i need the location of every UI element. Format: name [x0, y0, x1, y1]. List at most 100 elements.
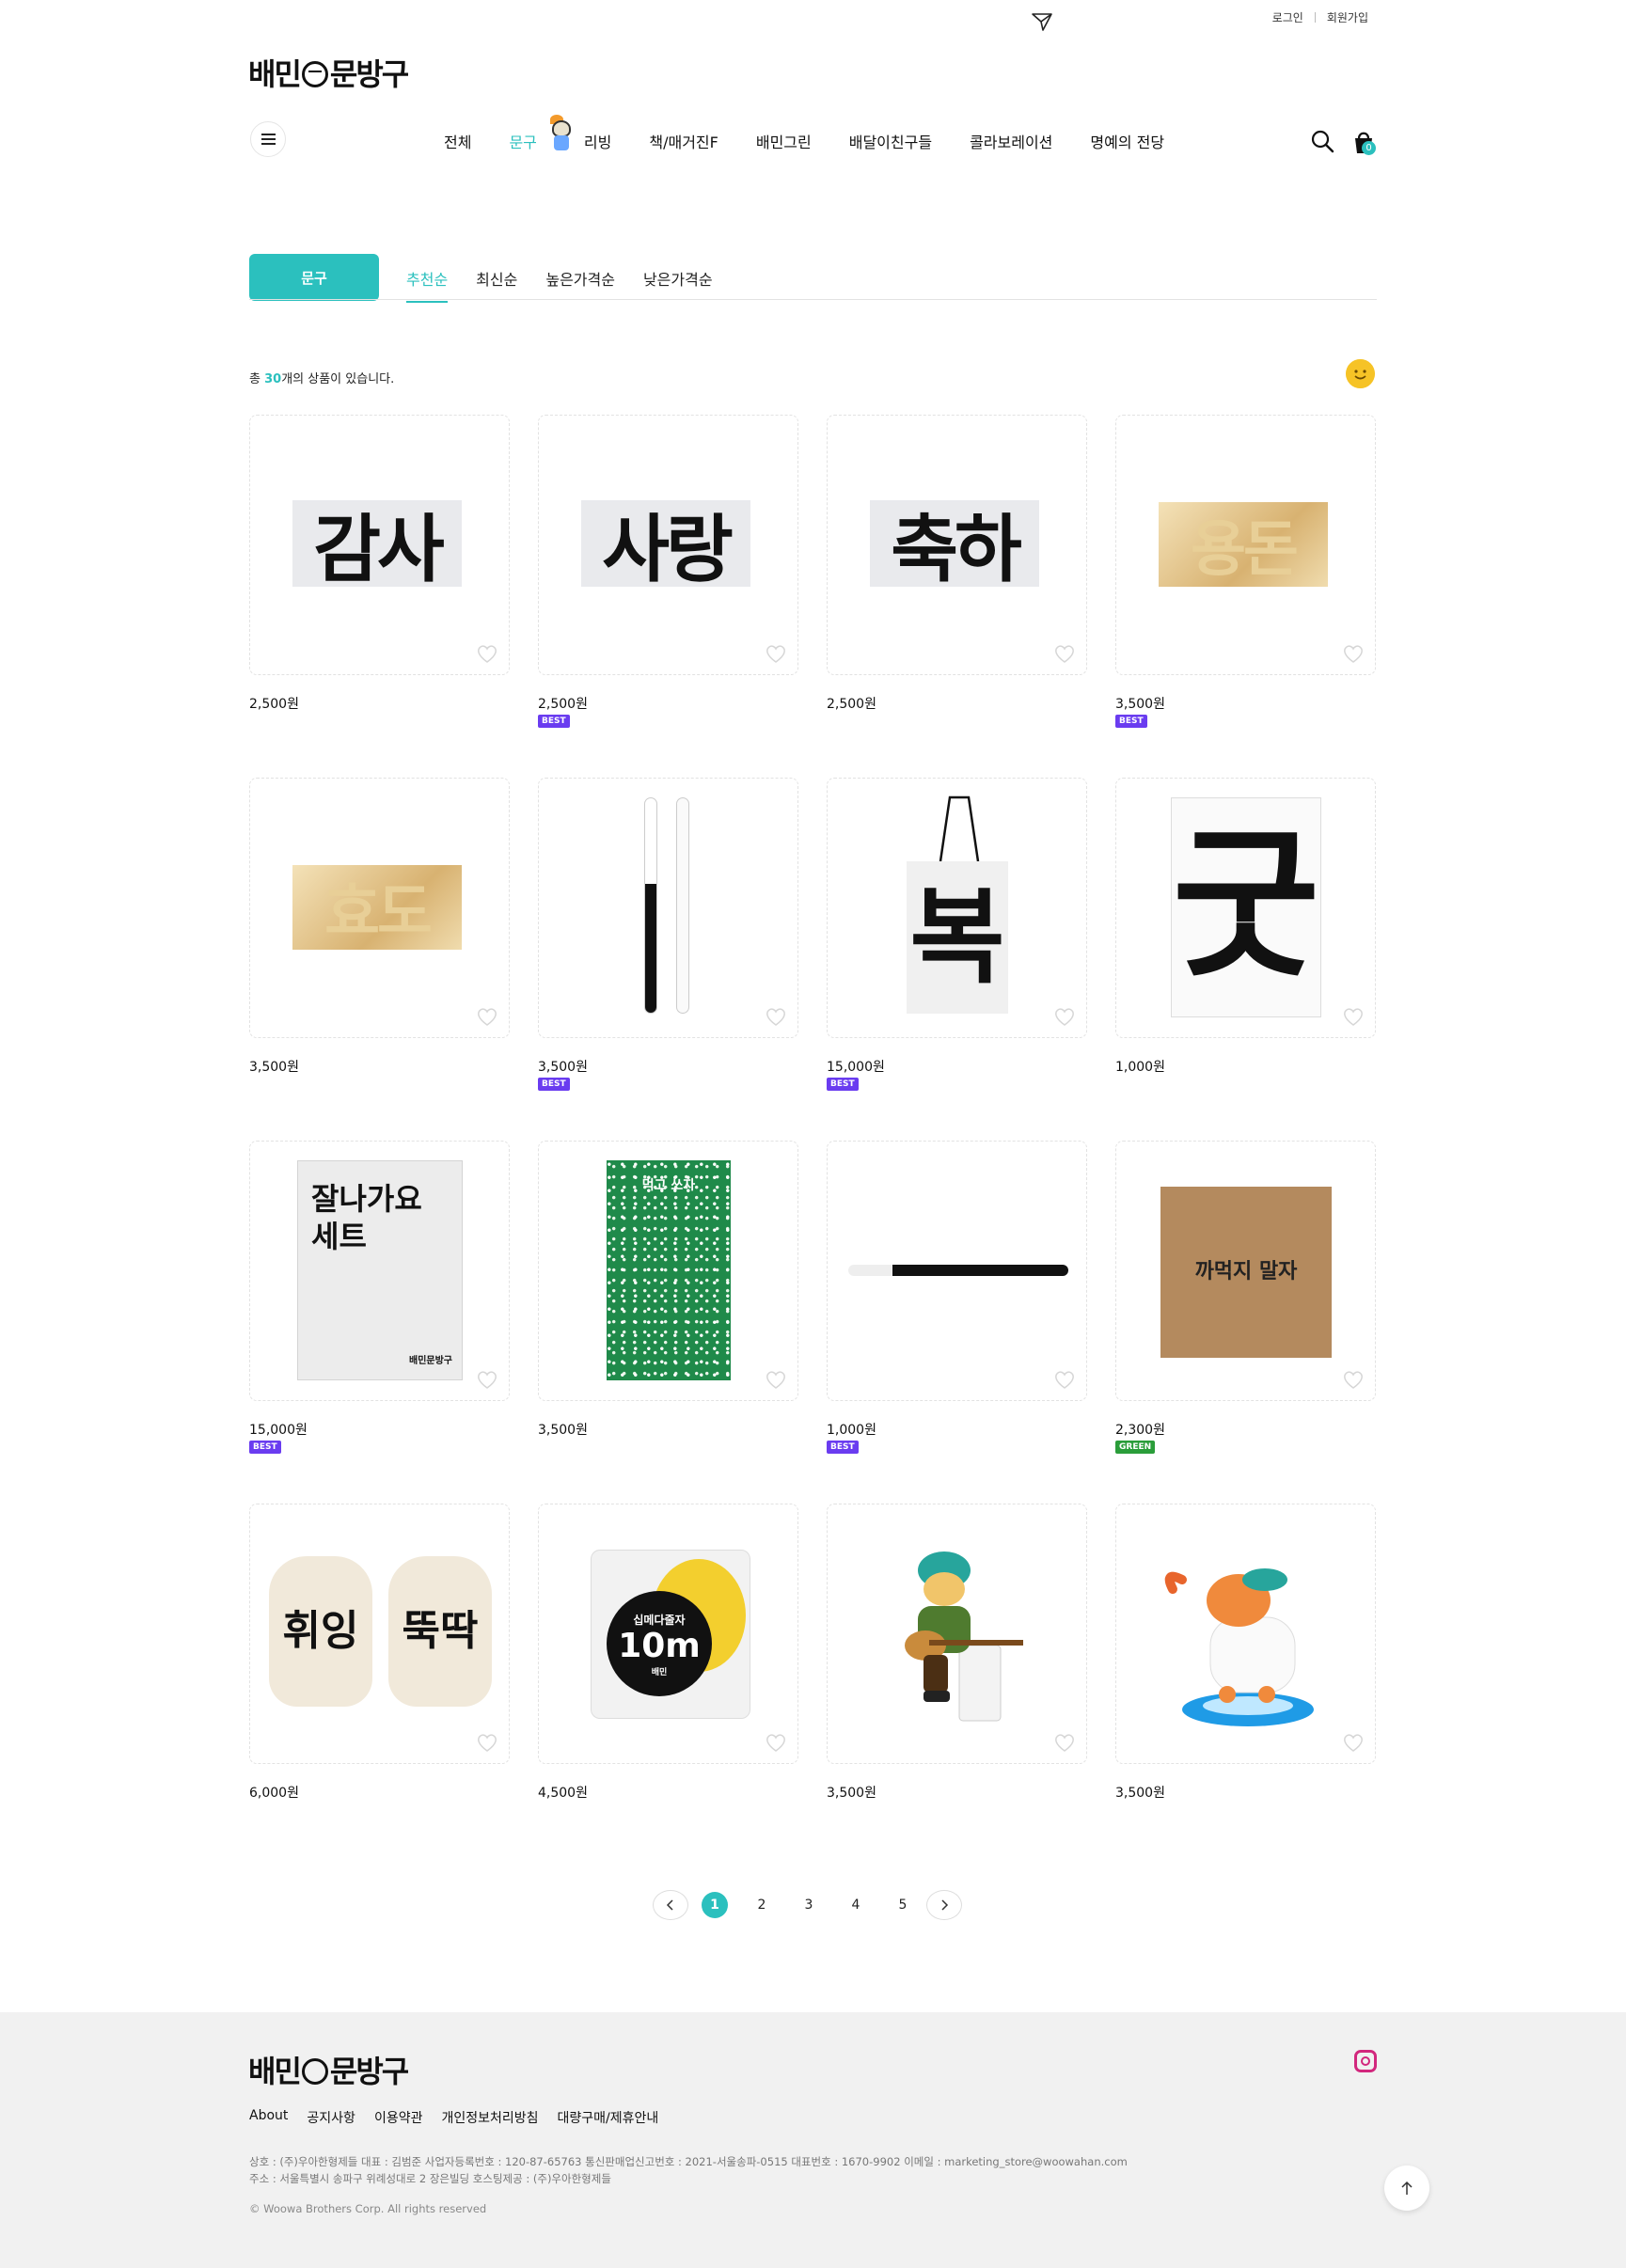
product-image[interactable]: 잘나가요 세트 배민문방구 — [249, 1141, 510, 1401]
product-image[interactable]: 휘잉 뚝딱 — [249, 1504, 510, 1764]
footer-link-notice[interactable]: 공지사항 — [307, 2108, 355, 2127]
heart-icon[interactable] — [764, 1368, 788, 1391]
page-3[interactable]: 3 — [796, 1892, 822, 1918]
prev-page-button[interactable] — [653, 1890, 688, 1920]
product-card[interactable]: 감사 2,500원 — [249, 415, 510, 778]
footer-link-bulk[interactable]: 대량구매/제휴안내 — [558, 2108, 659, 2127]
login-link[interactable]: 로그인 — [1272, 9, 1303, 25]
product-image[interactable]: 축하 — [827, 415, 1087, 675]
product-price: 3,500원 — [1115, 697, 1165, 712]
heart-icon[interactable] — [1052, 1005, 1077, 1028]
nav-item-collab[interactable]: 콜라보레이션 — [970, 130, 1052, 152]
product-card[interactable]: 3,500원 — [827, 1504, 1087, 1866]
figure-guitarist — [905, 1551, 1023, 1722]
brand-logo[interactable]: 배민 문방구 — [248, 51, 409, 94]
product-image[interactable] — [538, 778, 798, 1038]
next-page-button[interactable] — [926, 1890, 962, 1920]
nav-item-all[interactable]: 전체 — [444, 130, 471, 152]
product-card[interactable]: 까먹지 말자 2,300원 GREEN — [1115, 1141, 1376, 1504]
product-image[interactable]: 효도 — [249, 778, 510, 1038]
category-button[interactable]: 문구 — [249, 254, 379, 301]
instagram-icon[interactable] — [1354, 2050, 1377, 2072]
sort-price-high[interactable]: 높은가격순 — [545, 267, 615, 303]
sort-recommended[interactable]: 추천순 — [406, 267, 449, 303]
product-card[interactable]: 3,500원 BEST — [538, 778, 798, 1141]
footer-link-about[interactable]: About — [249, 2108, 288, 2127]
nav-item-friends[interactable]: 배달이친구들 — [849, 130, 932, 152]
search-icon[interactable] — [1310, 129, 1334, 153]
product-image[interactable]: 감사 — [249, 415, 510, 675]
page-1[interactable]: 1 — [702, 1892, 728, 1918]
product-image[interactable]: 사랑 — [538, 415, 798, 675]
divider — [249, 299, 1377, 300]
product-art-text: 배민 — [651, 1668, 668, 1677]
smile-icon[interactable] — [1346, 359, 1375, 388]
product-image[interactable]: 복 — [827, 778, 1087, 1038]
heart-icon[interactable] — [475, 1368, 499, 1391]
footer-logo[interactable]: 배민 문방구 — [248, 2048, 409, 2091]
heart-icon[interactable] — [1052, 1731, 1077, 1754]
footer-link-terms[interactable]: 이용약관 — [374, 2108, 423, 2127]
nav-item-stationery[interactable]: 문구 — [509, 130, 536, 152]
heart-icon[interactable] — [1341, 1368, 1366, 1391]
product-image[interactable]: 십메다줄자 10m 배민 — [538, 1504, 798, 1764]
page-2[interactable]: 2 — [749, 1892, 775, 1918]
product-card[interactable]: 휘잉 뚝딱 6,000원 — [249, 1504, 510, 1866]
product-card[interactable]: 십메다줄자 10m 배민 4,500원 — [538, 1504, 798, 1866]
sort-newest[interactable]: 최신순 — [476, 267, 517, 303]
page-5[interactable]: 5 — [890, 1892, 916, 1918]
sort-price-low[interactable]: 낮은가격순 — [643, 267, 713, 303]
util-links: 로그인 회원가입 — [1272, 9, 1368, 25]
product-art-text: 축하 — [870, 500, 1039, 592]
nav-item-living[interactable]: 리빙 — [584, 130, 611, 152]
nav-item-books[interactable]: 책/매거진F — [649, 130, 718, 152]
product-image[interactable] — [827, 1141, 1087, 1401]
heart-icon[interactable] — [764, 1731, 788, 1754]
logo-text-1: 배민 — [248, 2054, 302, 2089]
heart-icon[interactable] — [475, 1005, 499, 1028]
product-image[interactable]: 까먹지 말자 — [1115, 1141, 1376, 1401]
heart-icon[interactable] — [1052, 642, 1077, 665]
product-art-text: 감사 — [292, 500, 462, 592]
scroll-top-button[interactable] — [1384, 2166, 1429, 2211]
product-image[interactable]: 굿 — [1115, 778, 1376, 1038]
heart-icon[interactable] — [764, 1005, 788, 1028]
product-card[interactable]: 굿 1,000원 — [1115, 778, 1376, 1141]
heart-icon[interactable] — [1341, 1005, 1366, 1028]
nav-item-hall-of-fame[interactable]: 명예의 전당 — [1090, 130, 1164, 152]
count-number: 30 — [264, 372, 282, 386]
product-card[interactable]: 효도 3,500원 — [249, 778, 510, 1141]
best-badge: BEST — [827, 1441, 859, 1454]
product-image[interactable] — [1115, 1504, 1376, 1764]
logo-text-2: 문방구 — [329, 2054, 409, 2089]
green-badge: GREEN — [1115, 1441, 1156, 1454]
product-image[interactable]: 용돈 — [1115, 415, 1376, 675]
heart-icon[interactable] — [475, 642, 499, 665]
hamburger-menu-button[interactable] — [250, 121, 286, 157]
product-card[interactable]: 잘나가요 세트 배민문방구 15,000원 BEST — [249, 1141, 510, 1504]
product-card[interactable]: 1,000원 BEST — [827, 1141, 1087, 1504]
product-tape-label: 십메다줄자 10m 배민 — [607, 1591, 712, 1696]
heart-icon[interactable] — [764, 642, 788, 665]
product-card[interactable]: 용돈 3,500원 BEST — [1115, 415, 1376, 778]
product-art-text: 용돈 — [1159, 502, 1328, 587]
product-image[interactable]: 먹고 쓰자 — [538, 1141, 798, 1401]
product-card[interactable]: 복 15,000원 BEST — [827, 778, 1087, 1141]
product-card[interactable]: 축하 2,500원 — [827, 415, 1087, 778]
product-card[interactable]: 3,500원 — [1115, 1504, 1376, 1866]
product-card[interactable]: 먹고 쓰자 3,500원 — [538, 1141, 798, 1504]
signup-link[interactable]: 회원가입 — [1327, 9, 1368, 25]
footer-link-privacy[interactable]: 개인정보처리방침 — [441, 2108, 538, 2127]
heart-icon[interactable] — [1341, 1731, 1366, 1754]
nav-item-green[interactable]: 배민그린 — [756, 130, 812, 152]
heart-icon[interactable] — [1052, 1368, 1077, 1391]
heart-icon[interactable] — [475, 1731, 499, 1754]
product-image[interactable] — [827, 1504, 1087, 1764]
page-4[interactable]: 4 — [843, 1892, 869, 1918]
paper-plane-icon[interactable] — [1031, 11, 1053, 32]
product-card[interactable]: 사랑 2,500원 BEST — [538, 415, 798, 778]
heart-icon[interactable] — [1341, 642, 1366, 665]
best-badge: BEST — [538, 1078, 570, 1091]
bag-handle — [939, 795, 980, 861]
product-price: 2,300원 — [1115, 1423, 1165, 1438]
